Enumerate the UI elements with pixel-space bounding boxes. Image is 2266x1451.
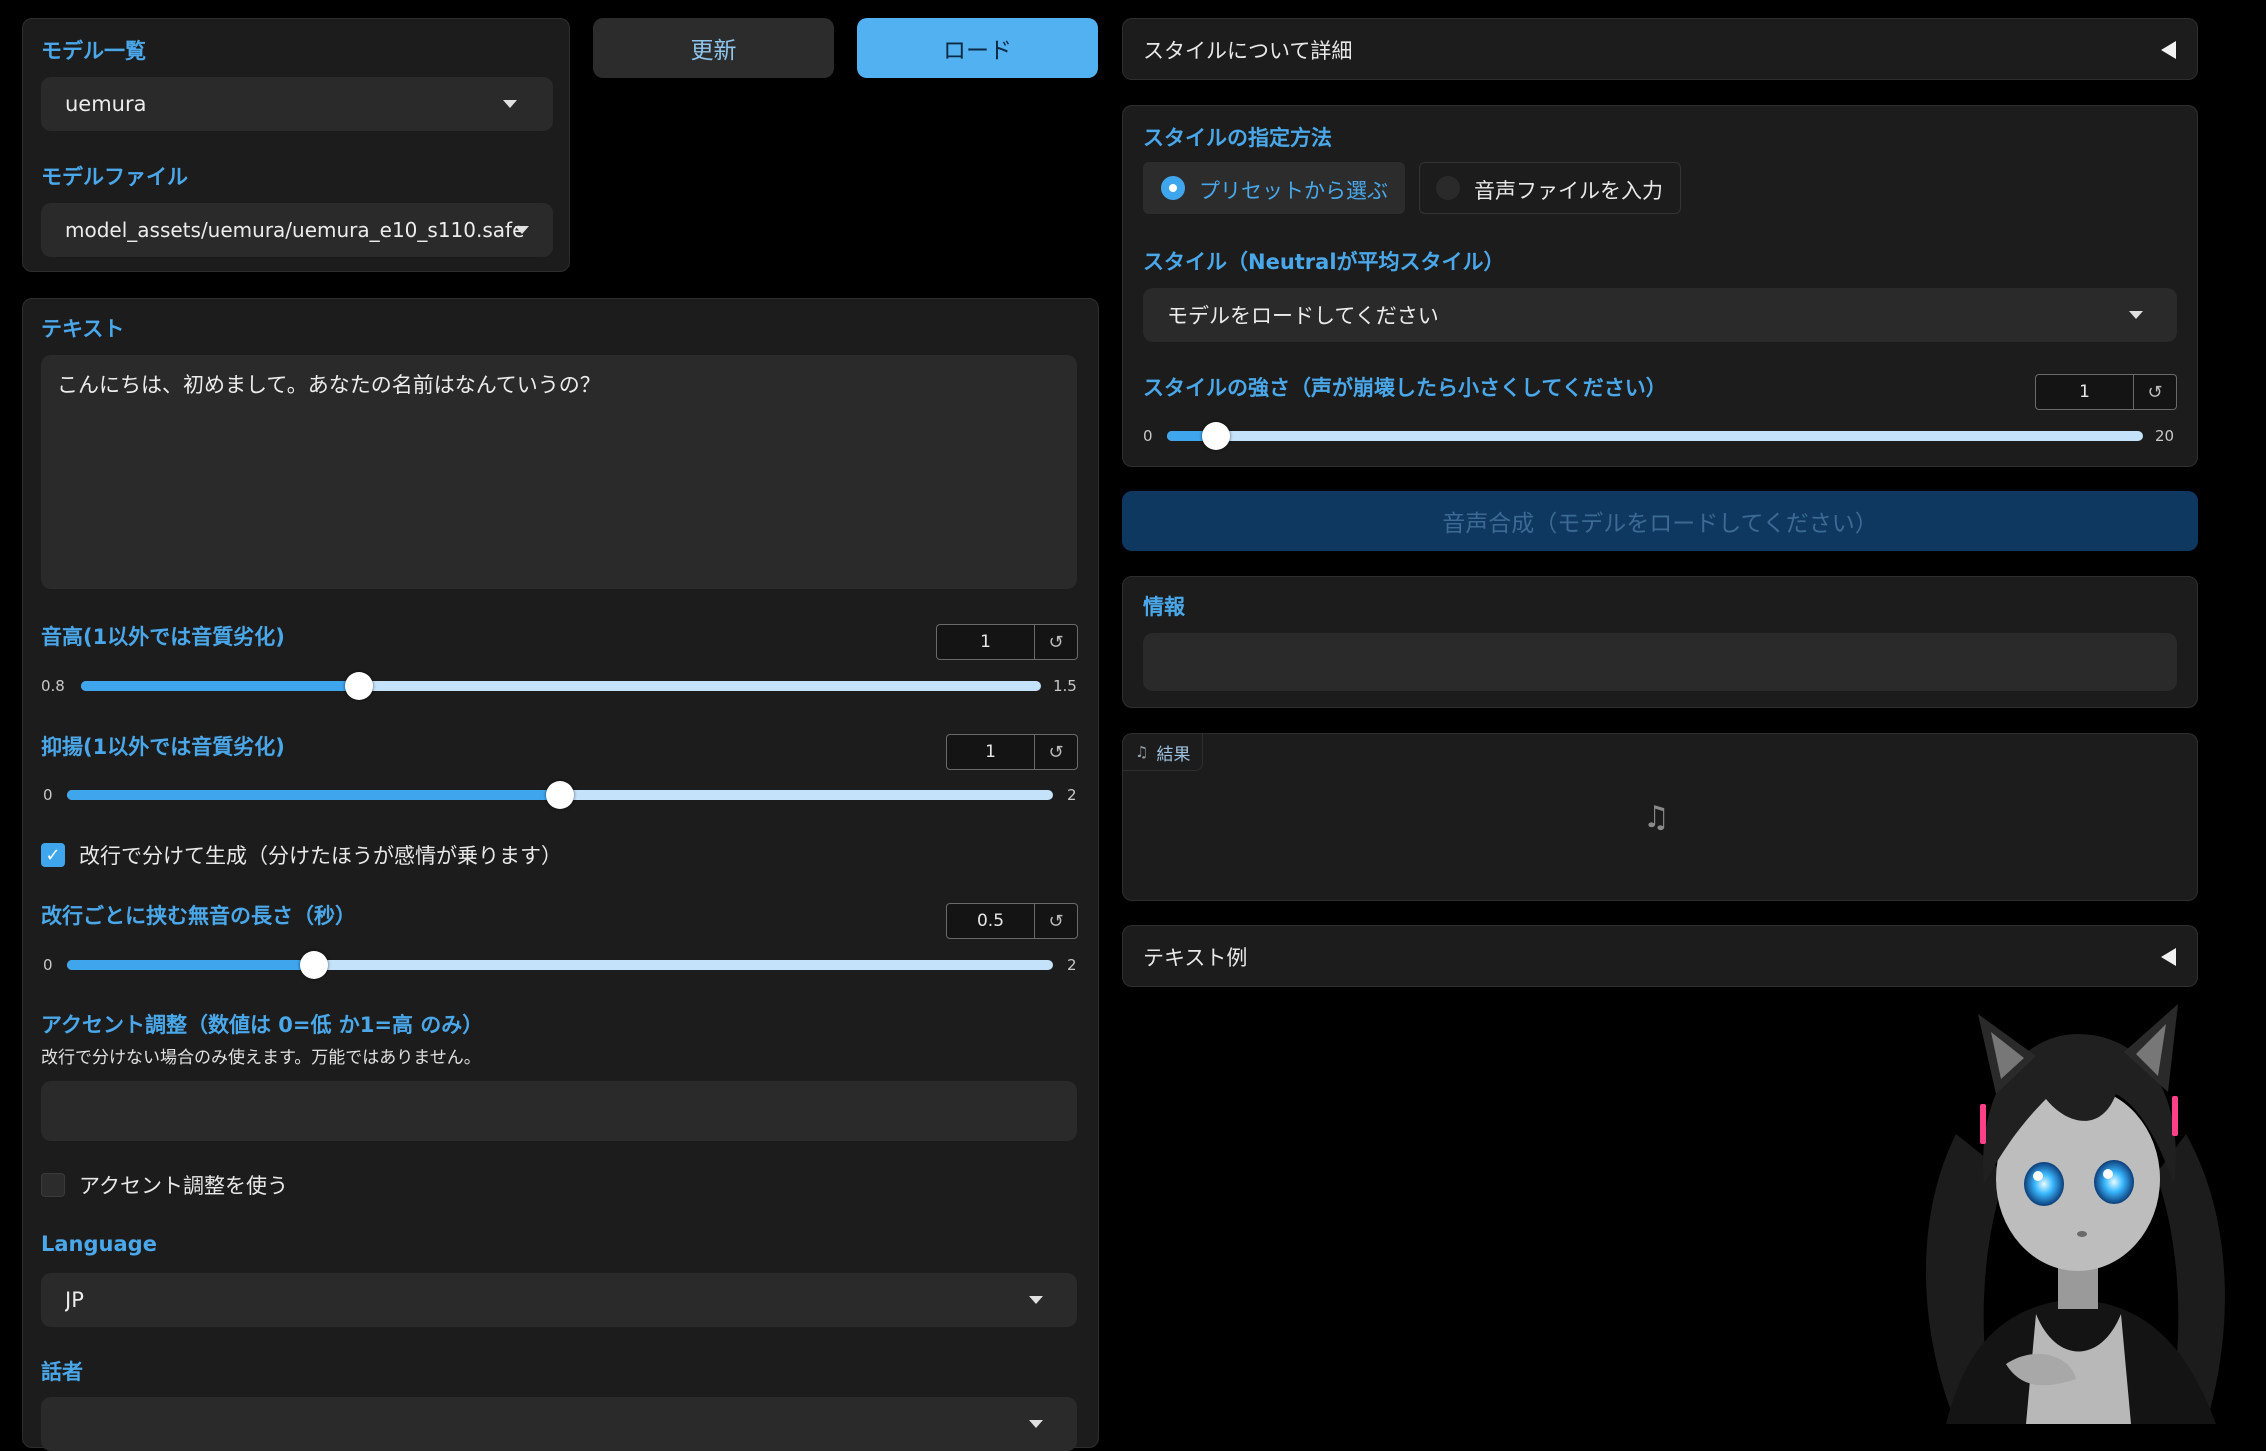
- accent-input[interactable]: [41, 1081, 1077, 1141]
- reset-icon[interactable]: ↺: [1035, 735, 1077, 769]
- intonation-slider-thumb[interactable]: [546, 781, 574, 809]
- collapse-arrow-icon[interactable]: [2161, 41, 2176, 59]
- silence-number-box[interactable]: 0.5 ↺: [946, 903, 1078, 939]
- style-strength-min-tick: 0: [1143, 427, 1153, 445]
- result-label: 結果: [1156, 744, 1191, 765]
- pitch-number-box[interactable]: 1 ↺: [936, 624, 1078, 660]
- reset-icon[interactable]: ↺: [2134, 375, 2176, 409]
- load-button[interactable]: ロード: [857, 18, 1098, 78]
- intonation-number-box[interactable]: 1 ↺: [946, 734, 1078, 770]
- language-dropdown[interactable]: JP: [41, 1273, 1077, 1327]
- model-list-value: uemura: [65, 92, 147, 116]
- collapse-arrow-icon[interactable]: [2161, 948, 2176, 966]
- radio-audio-label: 音声ファイルを入力: [1474, 179, 1663, 203]
- music-note-icon: ♫: [1135, 743, 1149, 761]
- style-strength-max-tick: 20: [2155, 427, 2175, 445]
- model-file-label: モデルファイル: [41, 165, 188, 189]
- pitch-slider-fill: [81, 681, 360, 691]
- split-checkbox-label[interactable]: 改行で分けて生成（分けたほうが感情が乗ります）: [79, 840, 562, 870]
- pitch-min-tick: 0.8: [41, 677, 65, 695]
- chevron-down-icon: [503, 100, 517, 108]
- chevron-down-icon: [2129, 311, 2143, 319]
- intonation-slider-fill: [67, 790, 560, 800]
- silence-label: 改行ごとに挟む無音の長さ（秒）: [41, 904, 356, 928]
- use-accent-checkbox[interactable]: [41, 1173, 65, 1197]
- model-list-label: モデル一覧: [41, 39, 146, 63]
- refresh-button[interactable]: 更新: [593, 18, 834, 78]
- radio-audio-option[interactable]: 音声ファイルを入力: [1419, 162, 1681, 214]
- style-strength-slider[interactable]: [1167, 422, 2143, 450]
- intonation-label: 抑揚(1以外では音質劣化): [41, 735, 285, 759]
- silence-slider-thumb[interactable]: [299, 951, 328, 979]
- style-details-label: スタイルについて詳細: [1143, 39, 1353, 63]
- speaker-label: 話者: [41, 1360, 83, 1384]
- text-examples-accordion[interactable]: テキスト例: [1122, 925, 2198, 987]
- style-strength-number-box[interactable]: 1 ↺: [2035, 374, 2177, 410]
- model-file-dropdown[interactable]: model_assets/uemura/uemura_e10_s110.safe…: [41, 203, 553, 257]
- language-label: Language: [41, 1232, 157, 1256]
- info-label: 情報: [1143, 595, 1185, 619]
- intonation-slider[interactable]: [67, 781, 1053, 809]
- silence-number-value[interactable]: 0.5: [947, 904, 1035, 938]
- info-panel: 情報: [1122, 576, 2198, 708]
- intonation-max-tick: 2: [1067, 786, 1077, 804]
- pitch-slider[interactable]: [81, 672, 1041, 700]
- style-strength-number-value[interactable]: 1: [2036, 375, 2134, 409]
- reset-icon[interactable]: ↺: [1035, 904, 1077, 938]
- radio-preset-option[interactable]: プリセットから選ぶ: [1143, 162, 1405, 214]
- text-examples-label: テキスト例: [1143, 946, 1248, 970]
- pitch-label: 音高(1以外では音質劣化): [41, 625, 285, 649]
- text-input[interactable]: こんにちは、初めまして。あなたの名前はなんていうの？: [41, 355, 1077, 589]
- style-details-accordion[interactable]: スタイルについて詳細: [1122, 18, 2198, 80]
- style-strength-slider-thumb[interactable]: [1201, 422, 1230, 450]
- text-input-value: こんにちは、初めまして。あなたの名前はなんていうの？: [57, 373, 601, 397]
- music-note-icon: ♫: [1643, 800, 1670, 835]
- silence-min-tick: 0: [43, 956, 53, 974]
- silence-slider[interactable]: [67, 951, 1053, 979]
- chevron-down-icon: [1029, 1420, 1043, 1428]
- use-accent-label[interactable]: アクセント調整を使う: [79, 1170, 288, 1200]
- result-tag: ♫ 結果: [1123, 734, 1204, 771]
- chevron-down-icon: [515, 226, 529, 234]
- radio-preset-label: プリセットから選ぶ: [1199, 179, 1388, 203]
- text-label: テキスト: [41, 317, 125, 341]
- result-audio-panel: ♫ 結果 ♫: [1122, 733, 2198, 901]
- radio-unselected-icon[interactable]: [1436, 176, 1460, 200]
- style-method-label: スタイルの指定方法: [1143, 126, 1332, 150]
- model-list-dropdown[interactable]: uemura: [41, 77, 553, 131]
- synthesize-button[interactable]: 音声合成（モデルをロードしてください）: [1122, 491, 2198, 551]
- intonation-number-value[interactable]: 1: [947, 735, 1035, 769]
- split-checkbox[interactable]: ✓: [41, 843, 65, 867]
- info-output: [1143, 633, 2177, 691]
- character-illustration: [1926, 1004, 2225, 1424]
- pitch-slider-thumb[interactable]: [345, 672, 374, 700]
- text-settings-panel: テキスト こんにちは、初めまして。あなたの名前はなんていうの？ 音高(1以外では…: [22, 298, 1099, 1451]
- style-panel: スタイルの指定方法 プリセットから選ぶ 音声ファイルを入力 スタイル（Neutr…: [1122, 105, 2198, 467]
- accent-label: アクセント調整（数値は 0=低 か1=高 のみ）: [41, 1013, 484, 1037]
- pitch-number-value[interactable]: 1: [937, 625, 1035, 659]
- style-dropdown[interactable]: モデルをロードしてください: [1143, 288, 2177, 342]
- reset-icon[interactable]: ↺: [1035, 625, 1077, 659]
- pitch-max-tick: 1.5: [1053, 677, 1077, 695]
- intonation-min-tick: 0: [43, 786, 53, 804]
- accent-note: 改行で分けない場合のみ使えます。万能ではありません。: [41, 1048, 481, 1068]
- model-file-value: model_assets/uemura/uemura_e10_s110.safe…: [65, 218, 525, 242]
- speaker-dropdown[interactable]: [41, 1397, 1077, 1451]
- style-strength-label: スタイルの強さ（声が崩壊したら小さくしてください）: [1143, 376, 1667, 400]
- silence-max-tick: 2: [1067, 956, 1077, 974]
- model-panel: モデル一覧 uemura モデルファイル model_assets/uemura…: [22, 18, 570, 272]
- silence-slider-fill: [67, 960, 314, 970]
- style-value: モデルをロードしてください: [1167, 304, 1439, 328]
- language-value: JP: [65, 1288, 84, 1312]
- style-label: スタイル（Neutralが平均スタイル）: [1143, 250, 1505, 274]
- chevron-down-icon: [1029, 1296, 1043, 1304]
- radio-selected-icon[interactable]: [1161, 176, 1185, 200]
